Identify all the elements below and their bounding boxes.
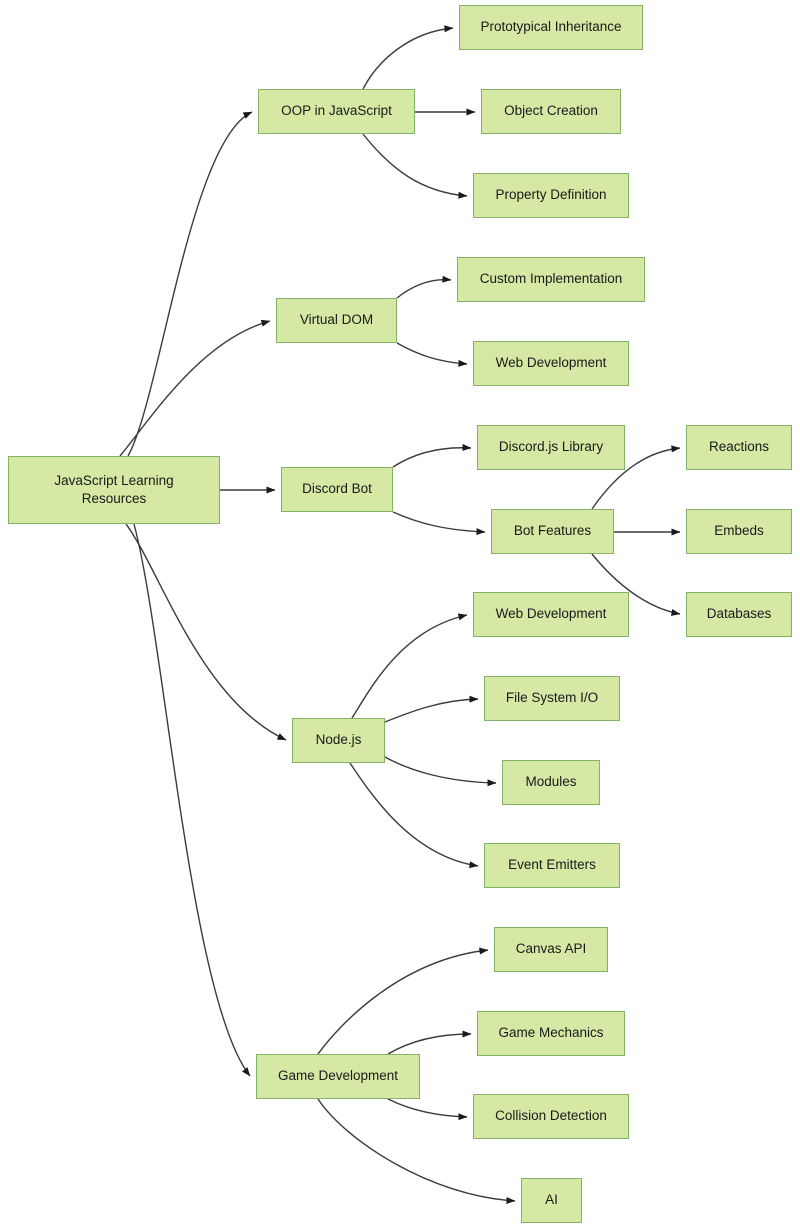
edge-gamedev-to-collision — [387, 1098, 468, 1121]
node-webdev2[interactable]: Web Development — [473, 592, 629, 637]
node-botfeatures[interactable]: Bot Features — [491, 509, 614, 554]
edge-node-to-eventemitters — [349, 762, 479, 869]
node-label-vdom: Virtual DOM — [299, 312, 374, 328]
node-label-discordjs: Discord.js Library — [498, 439, 604, 455]
node-label-collision: Collision Detection — [495, 1108, 607, 1124]
edge-root-to-node — [125, 523, 287, 741]
node-root[interactable]: JavaScript Learning Resources — [8, 456, 220, 524]
node-webdev1[interactable]: Web Development — [473, 341, 629, 386]
node-label-root: JavaScript Learning Resources — [54, 472, 174, 506]
node-propdef[interactable]: Property Definition — [473, 173, 629, 218]
node-node[interactable]: Node.js — [292, 718, 385, 763]
node-eventemitters[interactable]: Event Emitters — [484, 843, 620, 888]
edge-gamedev-to-canvas — [317, 947, 489, 1055]
node-gamedev[interactable]: Game Development — [256, 1054, 420, 1099]
edge-oop-to-proto — [362, 25, 454, 90]
edge-node-to-fsio — [384, 695, 479, 723]
node-label-ai: AI — [545, 1192, 558, 1208]
node-label-proto: Prototypical Inheritance — [480, 19, 622, 35]
node-label-objcreate: Object Creation — [504, 103, 598, 119]
node-discord[interactable]: Discord Bot — [281, 467, 393, 512]
node-label-customimpl: Custom Implementation — [479, 271, 623, 287]
node-label-canvas: Canvas API — [515, 941, 587, 957]
mind-map-diagram: JavaScript Learning Resources OOP in Java… — [0, 0, 800, 1229]
node-oop[interactable]: OOP in JavaScript — [258, 89, 415, 134]
node-label-webdev2: Web Development — [495, 606, 607, 622]
edge-layer — [119, 25, 681, 1204]
node-customimpl[interactable]: Custom Implementation — [457, 257, 645, 302]
node-label-eventemitters: Event Emitters — [508, 857, 596, 873]
node-fsio[interactable]: File System I/O — [484, 676, 620, 721]
node-collision[interactable]: Collision Detection — [473, 1094, 629, 1139]
edge-root-to-vdom — [119, 319, 271, 457]
edge-root-to-oop — [127, 111, 253, 457]
edge-discord-to-botfeatures — [392, 511, 486, 536]
node-label-databases: Databases — [706, 606, 772, 622]
edge-gamedev-to-mechanics — [387, 1030, 472, 1055]
node-label-discord: Discord Bot — [302, 481, 372, 497]
edge-node-to-webdev2 — [351, 613, 468, 719]
node-objcreate[interactable]: Object Creation — [481, 89, 621, 134]
node-label-mechanics: Game Mechanics — [498, 1025, 604, 1041]
node-proto[interactable]: Prototypical Inheritance — [459, 5, 643, 50]
node-label-embeds: Embeds — [714, 523, 764, 539]
node-label-node: Node.js — [315, 732, 362, 748]
node-vdom[interactable]: Virtual DOM — [276, 298, 397, 343]
node-modules[interactable]: Modules — [502, 760, 600, 805]
edge-oop-to-propdef — [362, 133, 468, 199]
node-canvas[interactable]: Canvas API — [494, 927, 608, 972]
node-label-fsio: File System I/O — [505, 690, 599, 706]
edge-root-to-gamedev — [133, 523, 251, 1077]
node-reactions[interactable]: Reactions — [686, 425, 792, 470]
node-label-webdev1: Web Development — [495, 355, 607, 371]
node-mechanics[interactable]: Game Mechanics — [477, 1011, 625, 1056]
edge-vdom-to-customimpl — [396, 275, 452, 299]
node-discordjs[interactable]: Discord.js Library — [477, 425, 625, 470]
node-ai[interactable]: AI — [521, 1178, 582, 1223]
node-label-gamedev: Game Development — [277, 1068, 399, 1084]
node-label-modules: Modules — [525, 774, 577, 790]
node-label-botfeatures: Bot Features — [513, 523, 592, 539]
node-label-oop: OOP in JavaScript — [281, 103, 392, 119]
node-embeds[interactable]: Embeds — [686, 509, 792, 554]
node-label-reactions: Reactions — [708, 439, 770, 455]
node-databases[interactable]: Databases — [686, 592, 792, 637]
edge-node-to-modules — [384, 756, 497, 787]
node-label-propdef: Property Definition — [495, 187, 607, 203]
edge-vdom-to-webdev1 — [396, 342, 468, 367]
edge-discord-to-discordjs — [392, 444, 472, 468]
